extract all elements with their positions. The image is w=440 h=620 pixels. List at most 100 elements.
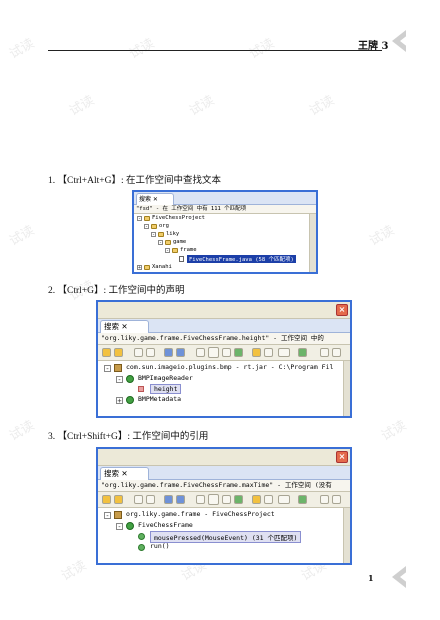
scrollbar[interactable]: [343, 361, 350, 416]
remove-match-icon[interactable]: [134, 348, 143, 357]
remove-all-icon[interactable]: [146, 348, 155, 357]
stop-icon[interactable]: [264, 495, 273, 504]
collapse-icon[interactable]: -: [116, 376, 123, 384]
header-rule: [48, 50, 382, 51]
pin-icon[interactable]: [234, 495, 243, 504]
remove-match-icon[interactable]: [134, 495, 143, 504]
close-icon[interactable]: ×: [336, 304, 348, 316]
view-menu-icon[interactable]: [278, 348, 290, 357]
tree-view-icon[interactable]: [222, 348, 231, 357]
history-icon[interactable]: [252, 348, 261, 357]
tree-node-project[interactable]: FiveChessProject: [152, 215, 205, 221]
next-match-icon[interactable]: [102, 348, 111, 357]
search-results-tree: - org.liky.game.frame - FiveChessProject…: [98, 508, 350, 563]
collapse-icon[interactable]: -: [151, 232, 156, 238]
tree-node-selected-file[interactable]: FiveChessFrame.java (58 个匹配项): [187, 255, 296, 263]
previous-match-icon[interactable]: [114, 348, 123, 357]
search-view-window-2: × 搜索 ✕ "org.liky.game.frame.FiveChessFra…: [96, 300, 352, 418]
watermark: 试读: [246, 36, 278, 63]
tree-node-field[interactable]: height: [150, 384, 182, 394]
search-view-window-1: 搜索 ✕ "fsd" - 在 工作空间 中有 111 个匹配项 - FiveCh…: [132, 190, 318, 274]
previous-match-icon[interactable]: [114, 495, 123, 504]
search-results-tree: - com.sun.imageio.plugins.bmp - rt.jar -…: [98, 361, 350, 416]
tree-view-icon[interactable]: [222, 495, 231, 504]
remove-all-icon[interactable]: [146, 495, 155, 504]
collapse-all-icon[interactable]: [176, 495, 185, 504]
minimize-icon[interactable]: [320, 348, 329, 357]
folder-icon: [165, 240, 171, 245]
collapse-icon[interactable]: -: [104, 512, 111, 520]
open-icon[interactable]: [298, 348, 307, 357]
tree-node-class[interactable]: FiveChessFrame: [138, 521, 193, 529]
tree-node-method[interactable]: mousePressed(MouseEvent) (31 个匹配项): [150, 531, 302, 543]
view-tab-bar: 搜索 ✕: [98, 319, 350, 333]
expand-icon[interactable]: +: [137, 265, 142, 271]
view-menu-icon[interactable]: [278, 495, 290, 504]
method-icon: [138, 544, 145, 551]
collapse-icon[interactable]: -: [104, 365, 111, 373]
tab-search[interactable]: 搜索 ✕: [100, 467, 149, 480]
history-icon[interactable]: [252, 495, 261, 504]
tree-node-xanahi[interactable]: Xanahi: [152, 264, 172, 270]
open-icon[interactable]: [298, 495, 307, 504]
collapse-icon[interactable]: -: [165, 248, 170, 254]
pin-icon[interactable]: [234, 348, 243, 357]
list-view-icon[interactable]: [208, 494, 219, 505]
tab-search[interactable]: 搜索 ✕: [136, 193, 174, 205]
layout-icon[interactable]: [196, 495, 205, 504]
java-file-icon: [179, 256, 184, 262]
collapse-icon[interactable]: -: [137, 216, 142, 222]
scrollbar[interactable]: [343, 508, 350, 563]
watermark: 试读: [6, 418, 38, 445]
scrollbar[interactable]: [309, 214, 316, 272]
watermark: 试读: [366, 223, 398, 250]
next-match-icon[interactable]: [102, 495, 111, 504]
tree-node-package[interactable]: com.sun.imageio.plugins.bmp - rt.jar - C…: [126, 363, 333, 371]
collapse-icon[interactable]: -: [116, 523, 123, 531]
list-view-icon[interactable]: [208, 347, 219, 358]
search-toolbar: [98, 492, 350, 508]
search-status-text: "org.liky.game.frame.FiveChessFrame.heig…: [98, 333, 350, 345]
close-icon[interactable]: ×: [336, 451, 348, 463]
watermark: 试读: [186, 93, 218, 120]
maximize-icon[interactable]: [332, 348, 341, 357]
collapse-icon[interactable]: -: [158, 240, 163, 246]
layout-icon[interactable]: [196, 348, 205, 357]
class-icon: [126, 522, 134, 530]
tab-bar: 搜索 ✕: [134, 192, 316, 205]
tree-node-package[interactable]: org.liky.game.frame - FiveChessProject: [126, 510, 275, 518]
minimize-icon[interactable]: [320, 495, 329, 504]
package-icon: [114, 511, 122, 519]
chevron-left-icon: [400, 34, 409, 48]
tree-node-frame[interactable]: frame: [180, 247, 197, 253]
tree-node-game[interactable]: game: [173, 239, 186, 245]
folder-icon: [158, 232, 164, 237]
tree-node-method[interactable]: run(): [150, 542, 170, 550]
watermark: 试读: [378, 418, 410, 445]
field-icon: [138, 386, 144, 392]
folder-icon: [172, 248, 178, 253]
tree-node-class[interactable]: BMPImageReader: [138, 374, 193, 382]
tree-node-class[interactable]: BMPMetadata: [138, 395, 181, 403]
tab-bar: ×: [98, 449, 350, 466]
view-tab-bar: 搜索 ✕: [98, 466, 350, 480]
expand-all-icon[interactable]: [164, 495, 173, 504]
method-icon: [138, 533, 145, 540]
search-status-text: "org.liky.game.frame.FiveChessFrame.maxT…: [98, 480, 350, 492]
watermark: 试读: [126, 36, 158, 63]
collapse-icon[interactable]: -: [144, 224, 149, 230]
search-toolbar: [98, 345, 350, 361]
expand-all-icon[interactable]: [164, 348, 173, 357]
maximize-icon[interactable]: [332, 495, 341, 504]
tab-search[interactable]: 搜索 ✕: [100, 320, 149, 333]
expand-icon[interactable]: +: [116, 397, 123, 405]
collapse-all-icon[interactable]: [176, 348, 185, 357]
watermark: 试读: [6, 223, 38, 250]
tree-node-org[interactable]: org: [159, 223, 169, 229]
folder-icon: [151, 224, 157, 229]
tree-node-liky[interactable]: liky: [166, 231, 179, 237]
stop-icon[interactable]: [264, 348, 273, 357]
project-icon: [144, 216, 150, 221]
page-number: 1: [368, 573, 374, 583]
chevron-left-icon: [400, 570, 409, 584]
